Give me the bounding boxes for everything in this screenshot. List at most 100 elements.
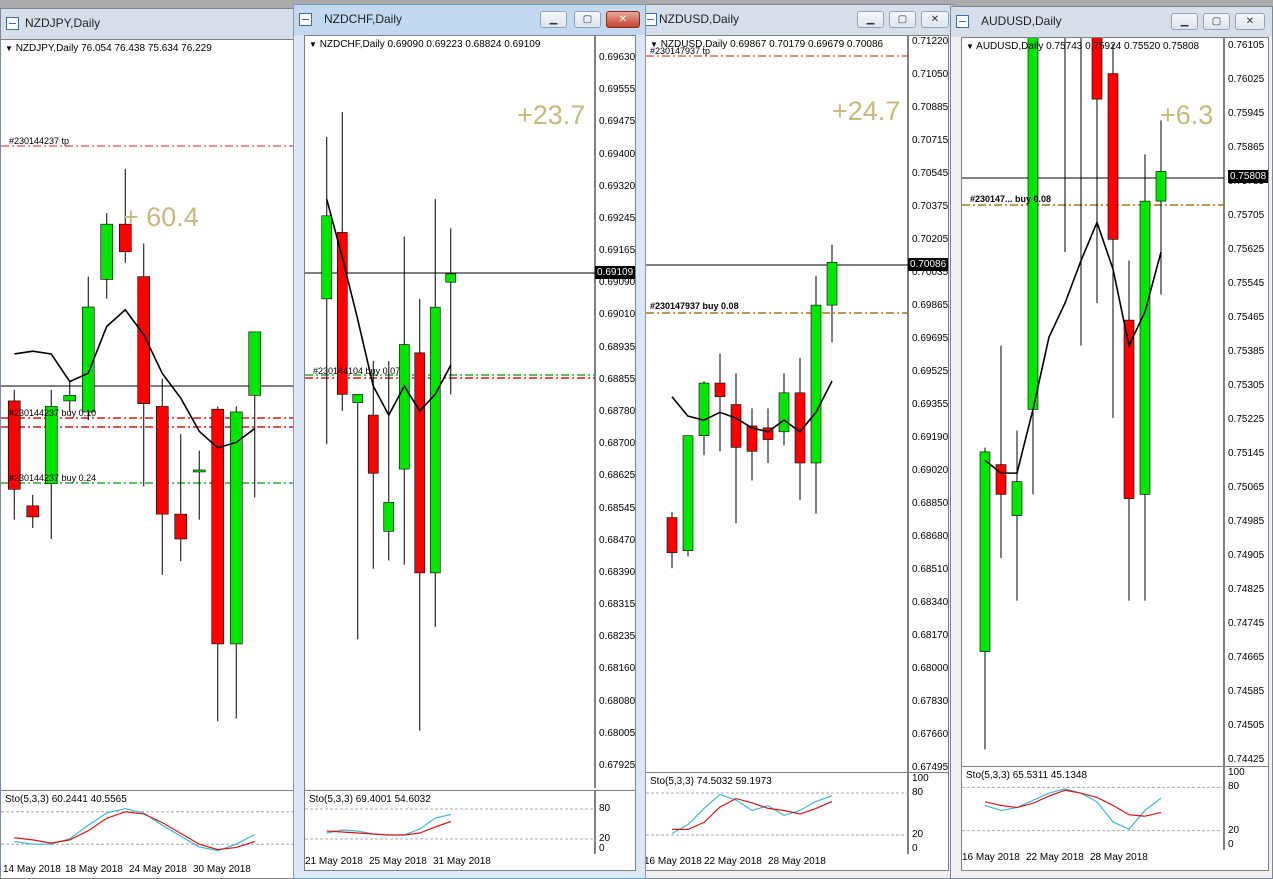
date-label: 22 May 2018 bbox=[704, 856, 762, 867]
stochastic-tick-label: 80 bbox=[599, 803, 611, 814]
dropdown-triangle-icon[interactable]: ▼ bbox=[309, 40, 317, 49]
candle-body bbox=[383, 502, 395, 532]
price-chart[interactable]: ▼ AUDUSD,Daily 0.75743 0.75924 0.75520 0… bbox=[962, 38, 1268, 766]
price-chart[interactable]: ▼ NZDJPY,Daily 76.054 76.438 75.634 76.2… bbox=[1, 40, 299, 790]
order-buy-label: #230147937 buy 0.08 bbox=[650, 301, 739, 311]
stochastic-tick-label: 100 bbox=[912, 773, 929, 784]
chart-area[interactable]: ▼ AUDUSD,Daily 0.75743 0.75924 0.75520 0… bbox=[961, 37, 1269, 871]
price-tick-label: 0.68235 bbox=[599, 631, 635, 643]
candle-body bbox=[100, 223, 114, 280]
stochastic-panel[interactable]: Sto(5,3,3) 60.2441 40.5565 bbox=[1, 790, 299, 860]
price-tick-label: 0.68080 bbox=[599, 695, 635, 707]
date-label: 16 May 2018 bbox=[962, 852, 1020, 863]
price-chart[interactable]: ▼ NZDUSD,Daily 0.69867 0.70179 0.69679 0… bbox=[646, 36, 948, 772]
date-label: 18 May 2018 bbox=[65, 864, 123, 875]
window-titlebar[interactable]: AUDUSD,Daily ▁ ▢ ✕ bbox=[951, 7, 1272, 37]
close-button[interactable]: ✕ bbox=[1235, 13, 1265, 30]
price-tick-label: 0.68315 bbox=[599, 599, 635, 611]
candle-body bbox=[826, 261, 838, 306]
order-buy-label: #230144104 buy 0.07 bbox=[313, 366, 401, 376]
date-label: 31 May 2018 bbox=[433, 856, 491, 867]
chart-window-icon bbox=[956, 15, 969, 28]
profit-label: +24.7 bbox=[832, 96, 901, 126]
order-buy-label: #230147... buy 0.08 bbox=[970, 194, 1052, 204]
price-tick-label: 0.69475 bbox=[599, 116, 635, 128]
stochastic-label: Sto(5,3,3) 69.4001 54.6032 bbox=[309, 794, 431, 805]
close-button[interactable]: ✕ bbox=[606, 11, 640, 28]
date-label: 28 May 2018 bbox=[768, 856, 826, 867]
price-tick-label: 0.67830 bbox=[912, 696, 948, 707]
price-tick-label: 0.68510 bbox=[912, 564, 948, 575]
candle-body bbox=[81, 306, 95, 413]
candlestick-chart bbox=[305, 36, 596, 788]
candle-body bbox=[445, 273, 457, 283]
candle-body bbox=[229, 411, 243, 645]
price-tick-label: 0.68700 bbox=[599, 438, 635, 450]
stochastic-panel[interactable]: Sto(5,3,3) 69.4001 54.6032 80 20 0 bbox=[305, 790, 635, 854]
maximize-button[interactable]: ▢ bbox=[1203, 13, 1230, 30]
price-tick-label: 0.68855 bbox=[599, 373, 635, 385]
price-tick-label: 0.70715 bbox=[912, 135, 948, 146]
price-tick-label: 0.69630 bbox=[599, 52, 635, 63]
price-tick-label: 0.74985 bbox=[1228, 516, 1265, 527]
candle-body bbox=[730, 404, 742, 448]
ohlc-header: ▼ NZDCHF,Daily 0.69090 0.69223 0.68824 0… bbox=[309, 39, 540, 50]
chart-area[interactable]: ▼ NZDJPY,Daily 76.054 76.438 75.634 76.2… bbox=[1, 39, 301, 879]
window-titlebar[interactable]: NZDCHF,Daily ▁ ▢ ✕ bbox=[294, 5, 645, 35]
candle-body bbox=[698, 382, 710, 436]
price-tick-label: 0.74425 bbox=[1228, 754, 1265, 765]
candle-body bbox=[248, 331, 262, 396]
price-tick-label: 0.71220 bbox=[912, 36, 948, 47]
close-button[interactable]: ✕ bbox=[921, 11, 949, 28]
price-tick-label: 0.75545 bbox=[1228, 278, 1265, 289]
stochastic-tick-label: 0 bbox=[912, 843, 918, 854]
price-tick-label: 0.74585 bbox=[1228, 686, 1265, 697]
profit-label: +6.3 bbox=[1160, 100, 1214, 130]
price-tick-label: 0.69245 bbox=[599, 212, 635, 224]
candle-body bbox=[979, 451, 991, 652]
stochastic-panel[interactable]: Sto(5,3,3) 74.5032 59.1973 100 80 20 0 bbox=[646, 772, 948, 854]
current-price-box: 0.69109 bbox=[595, 266, 635, 279]
price-tick-label: 0.70205 bbox=[912, 234, 948, 245]
price-tick-label: 0.69165 bbox=[599, 245, 635, 257]
date-label: 30 May 2018 bbox=[193, 864, 251, 875]
dropdown-triangle-icon[interactable]: ▼ bbox=[966, 42, 974, 51]
price-tick-label: 0.67925 bbox=[599, 760, 635, 771]
price-tick-label: 0.68680 bbox=[912, 531, 948, 542]
price-tick-label: 0.68340 bbox=[912, 597, 948, 608]
window-title: NZDUSD,Daily bbox=[659, 12, 740, 26]
price-tick-label: 0.68005 bbox=[599, 727, 635, 739]
candle-body bbox=[810, 304, 822, 464]
price-tick-label: 0.71050 bbox=[912, 69, 948, 80]
dropdown-triangle-icon[interactable]: ▼ bbox=[5, 44, 13, 53]
price-tick-label: 0.75465 bbox=[1228, 312, 1265, 323]
candle-body bbox=[666, 517, 678, 553]
chart-window-nzdusd[interactable]: NZDUSD,Daily ▁ ▢ ✕ ▼ NZDUSD,Daily 0.6986… bbox=[638, 4, 954, 879]
price-chart[interactable]: ▼ NZDCHF,Daily 0.69090 0.69223 0.68824 0… bbox=[305, 36, 635, 788]
chart-window-nzdjpy[interactable]: NZDJPY,Daily ▼ NZDJPY,Daily 76.054 76.43… bbox=[0, 8, 301, 879]
price-tick-label: 0.74825 bbox=[1228, 584, 1265, 595]
stochastic-panel[interactable]: Sto(5,3,3) 65.5311 45.1348 100 80 20 0 bbox=[962, 766, 1268, 850]
minimize-button[interactable]: ▁ bbox=[857, 11, 884, 28]
date-axis: 16 May 2018 22 May 2018 28 May 2018 bbox=[644, 856, 948, 870]
price-tick-label: 0.68625 bbox=[599, 470, 635, 482]
candle-body bbox=[321, 215, 333, 300]
stochastic-tick-label: 20 bbox=[1228, 824, 1240, 836]
chart-area[interactable]: ▼ NZDCHF,Daily 0.69090 0.69223 0.68824 0… bbox=[304, 35, 636, 871]
window-titlebar[interactable]: NZDUSD,Daily ▁ ▢ ✕ bbox=[639, 5, 953, 35]
chart-window-nzdchf[interactable]: NZDCHF,Daily ▁ ▢ ✕ ▼ NZDCHF,Daily 0.6909… bbox=[293, 4, 646, 879]
chart-area[interactable]: ▼ NZDUSD,Daily 0.69867 0.70179 0.69679 0… bbox=[644, 35, 949, 871]
price-tick-label: 0.67495 bbox=[912, 762, 948, 772]
window-titlebar[interactable]: NZDJPY,Daily bbox=[1, 9, 299, 39]
stochastic-signal-line bbox=[326, 820, 451, 836]
chart-window-audusd[interactable]: AUDUSD,Daily ▁ ▢ ✕ ▼ AUDUSD,Daily 0.7574… bbox=[950, 6, 1273, 879]
candle-body bbox=[682, 435, 694, 551]
ohlc-header: ▼ AUDUSD,Daily 0.75743 0.75924 0.75520 0… bbox=[966, 41, 1199, 52]
maximize-button[interactable]: ▢ bbox=[889, 11, 916, 28]
date-label: 24 May 2018 bbox=[129, 864, 187, 875]
minimize-button[interactable]: ▁ bbox=[540, 11, 567, 28]
price-tick-label: 0.70885 bbox=[912, 102, 948, 113]
price-tick-label: 0.69010 bbox=[599, 309, 635, 321]
minimize-button[interactable]: ▁ bbox=[1171, 13, 1198, 30]
maximize-button[interactable]: ▢ bbox=[574, 11, 601, 28]
